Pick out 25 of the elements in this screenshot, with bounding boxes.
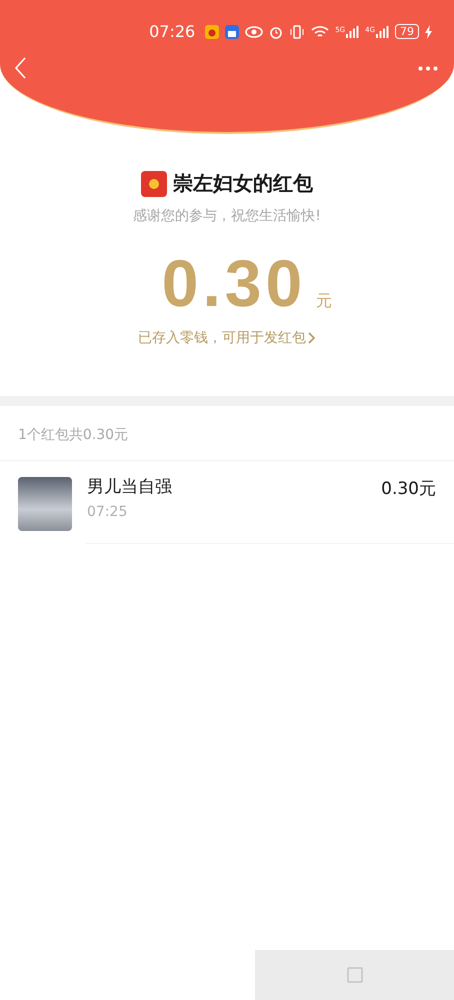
sender-name: 男儿当自强 — [87, 476, 173, 498]
packet-title: 崇左妇女的红包 — [173, 170, 313, 197]
app-icon — [225, 24, 240, 38]
app-icon — [205, 24, 220, 38]
battery-level: 79 — [395, 24, 419, 39]
currency-unit: 元 — [316, 291, 332, 312]
amount-value: 0.30 — [162, 245, 306, 321]
signal-icon — [346, 26, 360, 38]
charging-icon — [425, 24, 432, 38]
wifi-icon — [311, 24, 330, 38]
photo-placeholder — [18, 477, 72, 531]
receive-time: 07:25 — [87, 504, 128, 520]
envelope-icon — [141, 170, 167, 196]
chevron-icon — [308, 332, 316, 344]
more-icon[interactable] — [418, 66, 438, 70]
back-icon[interactable] — [14, 57, 26, 79]
signal-icon — [376, 26, 389, 38]
record-amount: 0.30元 — [381, 478, 436, 500]
greeting-text: 感谢您的参与，祝您生活愉快! — [133, 207, 321, 225]
summary-text: 1个红包共0.30元 — [0, 396, 454, 461]
status-time: 07:26 — [149, 22, 196, 41]
vibrate-icon — [289, 24, 306, 38]
eye-icon — [245, 26, 264, 38]
wallet-link[interactable]: 已存入零钱，可用于发红包 — [138, 329, 316, 347]
alarm-icon — [269, 24, 284, 38]
